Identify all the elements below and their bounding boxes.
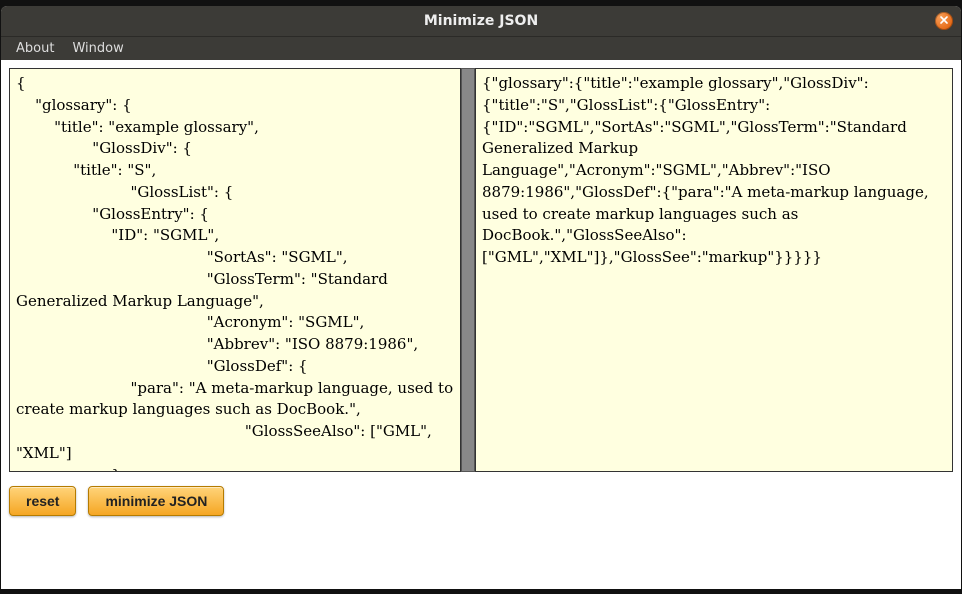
pane-splitter[interactable] — [461, 68, 475, 472]
menu-window[interactable]: Window — [63, 39, 132, 58]
menu-bar: About Window — [1, 36, 961, 60]
close-button[interactable] — [935, 12, 953, 30]
main-window: Minimize JSON About Window { "glossary":… — [1, 6, 961, 589]
button-row: reset minimize JSON — [9, 486, 953, 516]
client-area: { "glossary": { "title": "example glossa… — [1, 60, 961, 589]
input-json-pane[interactable]: { "glossary": { "title": "example glossa… — [9, 68, 461, 472]
panes-container: { "glossary": { "title": "example glossa… — [9, 68, 953, 472]
window-title: Minimize JSON — [424, 13, 538, 29]
menu-about[interactable]: About — [7, 39, 63, 58]
title-bar: Minimize JSON — [1, 6, 961, 36]
close-icon — [939, 13, 949, 29]
minimize-json-button[interactable]: minimize JSON — [88, 486, 224, 516]
output-json-pane[interactable]: {"glossary":{"title":"example glossary",… — [475, 68, 953, 472]
reset-button[interactable]: reset — [9, 486, 76, 516]
